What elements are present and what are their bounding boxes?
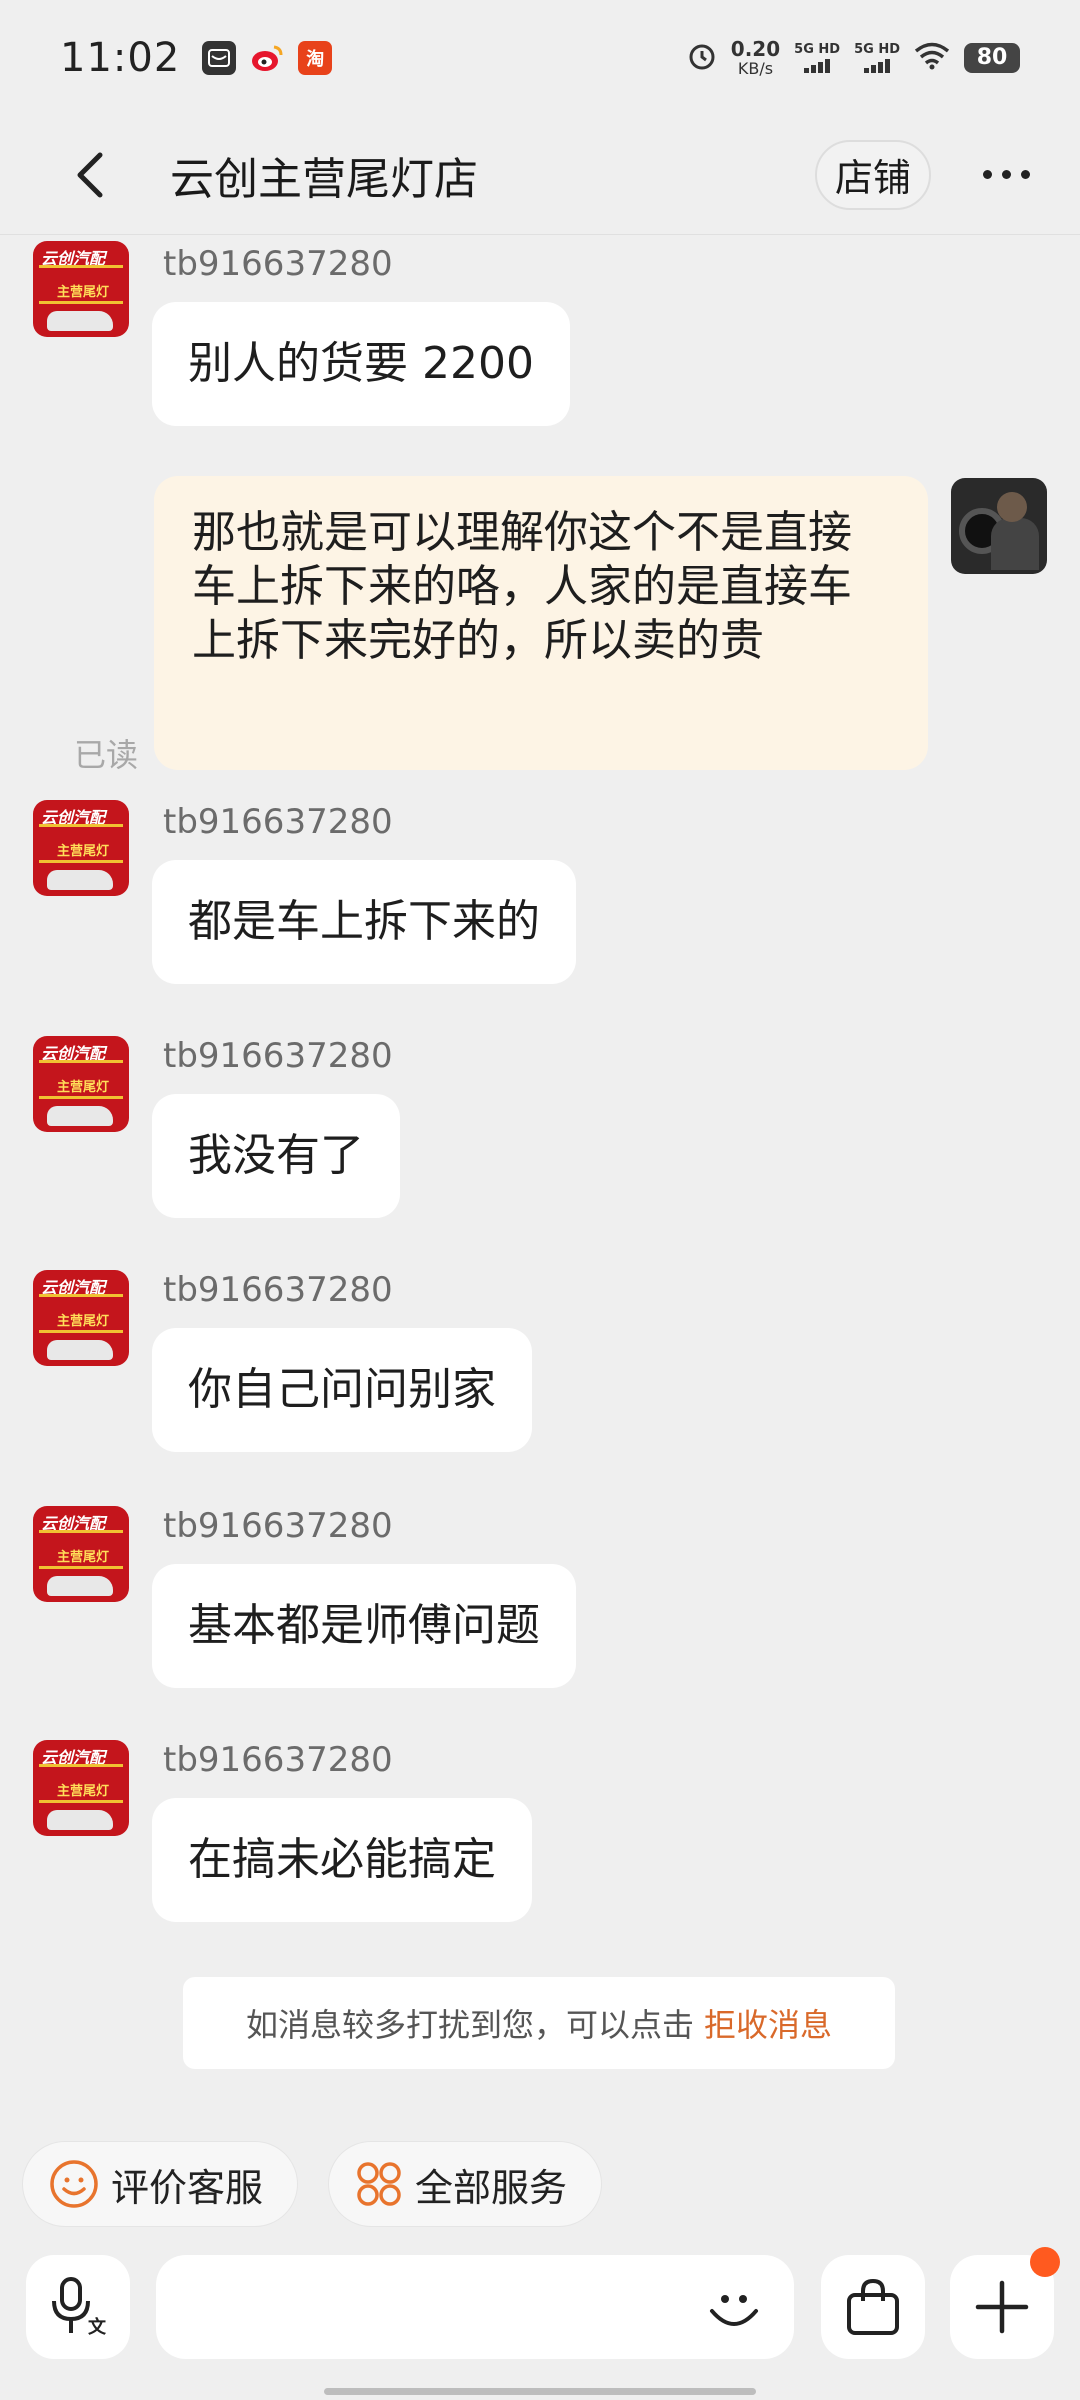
shop-avatar[interactable]: 云创汽配 主营尾灯 <box>33 1036 129 1132</box>
shop-avatar[interactable]: 云创汽配 主营尾灯 <box>33 1506 129 1602</box>
message-bubble[interactable]: 我没有了 <box>152 1094 400 1218</box>
shopping-bag-button[interactable] <box>821 2255 925 2359</box>
message-item: 云创汽配 主营尾灯 tb916637280 别人的货要 2200 <box>0 236 1080 436</box>
voice-input-button[interactable]: 文 <box>26 2255 130 2359</box>
shopping-bag-icon <box>847 2278 899 2335</box>
input-bar: 文 <box>0 2247 1080 2365</box>
disturb-notice: 如消息较多打扰到您，可以点击 拒收消息 <box>183 1977 895 2069</box>
weibo-icon <box>250 41 284 75</box>
more-options-icon[interactable] <box>983 170 1030 179</box>
notice-text: 如消息较多打扰到您，可以点击 <box>245 2006 694 2044</box>
shop-avatar[interactable]: 云创汽配 主营尾灯 <box>33 1270 129 1366</box>
emoji-icon[interactable] <box>704 2277 764 2337</box>
rate-service-label: 评价客服 <box>111 2165 264 2210</box>
all-services-button[interactable]: 全部服务 <box>328 2141 602 2227</box>
message-bubble[interactable]: 那也就是可以理解你这个不是直接车上拆下来的咯，人家的是直接车上拆下来完好的，所以… <box>154 476 928 770</box>
voice-text-glyph: 文 <box>88 2316 107 2338</box>
services-grid-icon <box>355 2160 403 2208</box>
message-item: 云创汽配 主营尾灯 tb916637280 都是车上拆下来的 <box>0 800 1080 1000</box>
page-title: 云创主营尾灯店 <box>170 153 478 205</box>
reject-messages-link[interactable]: 拒收消息 <box>704 2000 832 2046</box>
message-input-box <box>156 2255 794 2359</box>
signal-sim1-icon: 5G HD <box>794 43 840 73</box>
all-services-label: 全部服务 <box>415 2165 568 2210</box>
notification-icons: 淘 <box>202 40 333 75</box>
message-item: 云创汽配 主营尾灯 tb916637280 我没有了 <box>0 1036 1080 1236</box>
sender-name: tb916637280 <box>163 1740 393 1780</box>
back-arrow-icon[interactable] <box>60 145 120 205</box>
rate-service-button[interactable]: 评价客服 <box>22 2141 298 2227</box>
shop-avatar[interactable]: 云创汽配 主营尾灯 <box>33 800 129 896</box>
message-item: 云创汽配 主营尾灯 tb916637280 基本都是师傅问题 <box>0 1506 1080 1706</box>
message-bubble[interactable]: 你自己问问别家 <box>152 1328 532 1452</box>
home-indicator[interactable] <box>324 2388 756 2395</box>
more-actions-button[interactable] <box>950 2247 1060 2359</box>
sender-name: tb916637280 <box>163 1506 393 1546</box>
system-status: 0.20 KB/s 5G HD 5G HD 80 <box>687 39 1020 77</box>
message-item: 那也就是可以理解你这个不是直接车上拆下来的咯，人家的是直接车上拆下来完好的，所以… <box>0 476 1080 776</box>
message-bubble[interactable]: 在搞未必能搞定 <box>152 1798 532 1922</box>
message-bubble[interactable]: 都是车上拆下来的 <box>152 860 576 984</box>
message-bubble[interactable]: 别人的货要 2200 <box>152 302 570 426</box>
status-time: 11:02 <box>60 34 181 81</box>
message-bubble[interactable]: 基本都是师傅问题 <box>152 1564 576 1688</box>
message-item: 云创汽配 主营尾灯 tb916637280 你自己问问别家 <box>0 1270 1080 1470</box>
alarm-icon <box>687 41 717 75</box>
user-avatar[interactable] <box>951 478 1047 574</box>
message-app-icon <box>202 40 237 75</box>
signal-sim2-icon: 5G HD <box>854 43 900 73</box>
message-input[interactable] <box>186 2277 706 2337</box>
shop-button[interactable]: 店铺 <box>814 139 931 210</box>
status-bar: 11:02 淘 0.20 KB/s 5G HD 5G HD 80 <box>0 0 1080 115</box>
smile-icon <box>49 2159 99 2209</box>
network-speed: 0.20 KB/s <box>730 36 781 78</box>
read-status: 已读 <box>74 736 139 774</box>
shop-avatar[interactable]: 云创汽配 主营尾灯 <box>33 241 129 337</box>
message-item: 云创汽配 主营尾灯 tb916637280 在搞未必能搞定 <box>0 1740 1080 1940</box>
battery-icon: 80 <box>964 42 1020 73</box>
chat-header: 云创主营尾灯店 店铺 <box>0 115 1080 235</box>
microphone-icon: 文 <box>52 2277 107 2338</box>
taobao-icon: 淘 <box>298 40 333 75</box>
notification-dot <box>1030 2247 1060 2277</box>
sender-name: tb916637280 <box>163 802 393 842</box>
wifi-icon <box>914 42 950 74</box>
sender-name: tb916637280 <box>163 244 393 284</box>
shop-avatar[interactable]: 云创汽配 主营尾灯 <box>33 1740 129 1836</box>
plus-icon <box>975 2280 1029 2334</box>
sender-name: tb916637280 <box>163 1036 393 1076</box>
sender-name: tb916637280 <box>163 1270 393 1310</box>
